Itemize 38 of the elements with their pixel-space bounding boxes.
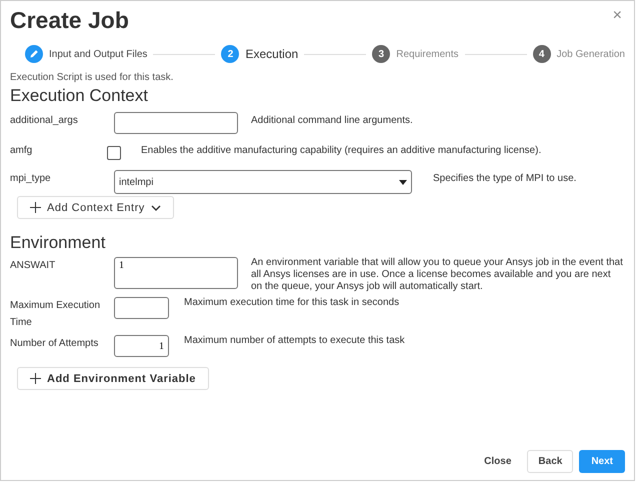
info-text: Execution Script is used for this task. [10,72,174,83]
field-label: ANSWAIT [10,259,56,271]
number-field[interactable]: 1 [114,335,169,357]
field-label: Number of Attempts [10,337,100,349]
add-context-entry-button[interactable]: Add Context Entry [17,196,174,219]
dropdown[interactable]: intelmpi [114,170,412,194]
field-description: Additional command line arguments. [251,114,413,126]
step-label[interactable]: Job Generation [556,48,625,60]
step-label[interactable]: Requirements [396,48,459,60]
plus-icon [30,373,41,384]
add-environment-variable-button[interactable]: Add Environment Variable [17,367,209,390]
close-button[interactable]: × [612,7,622,25]
input-field[interactable] [114,297,169,319]
step-label[interactable]: Input and Output Files [49,48,148,60]
dialog-title: Create Job [10,7,129,34]
input-field[interactable]: 1 [114,257,238,289]
section-heading: Environment [10,233,106,253]
caret-icon [399,180,407,184]
field-label: mpi_type [10,172,52,184]
field-description: Enables the additive manufacturing capability (requires an additive manufacturing license). [141,144,542,156]
step-label[interactable]: Execution [245,47,298,61]
field-description: Maximum execution time for this task in seconds [184,297,400,308]
checkbox[interactable] [107,146,121,160]
step-number: 4 [532,45,551,63]
plus-icon [30,202,41,213]
input-field[interactable] [114,112,238,134]
chevron-down-icon [150,204,161,210]
field-description: An environment variable that will allow you to queue your Ansys job in the event that all Ansys licenses are in use. Once a license becomes available and you are next on the queue, your Ansys job will automatically start. [251,257,623,293]
field-label: Maximum Execution Time [10,299,102,330]
step-number: 3 [372,45,390,63]
step-number: 2 [221,45,240,63]
field-label: amfg [10,144,34,156]
field-description: Specifies the type of MPI to use. [433,172,576,184]
field-description: Maximum number of attempts to execute this task [184,335,405,346]
field-label: additional_args [10,114,79,126]
close-button[interactable]: Close [474,450,522,473]
section-heading: Execution Context [10,86,149,106]
back-button[interactable]: Back [527,450,574,473]
